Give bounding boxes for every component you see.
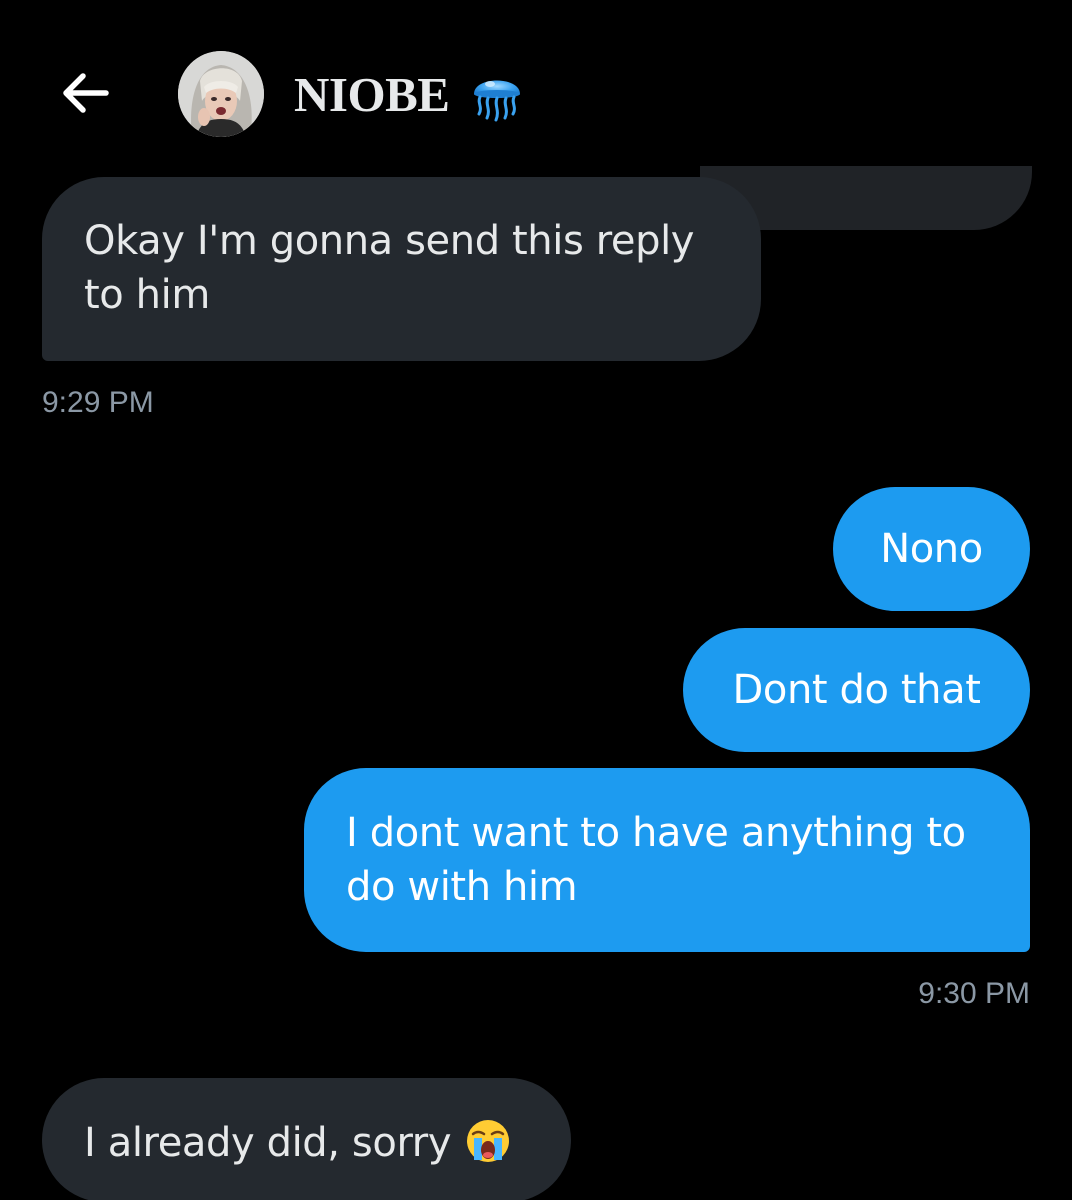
message-bubble-outgoing[interactable]: Nono (833, 487, 1030, 611)
jellyfish-icon (466, 64, 528, 126)
loudly-crying-face-icon (465, 1118, 511, 1164)
message-bubble-outgoing[interactable]: I dont want to have anything to do with … (304, 768, 1030, 952)
arrow-left-icon (63, 73, 109, 113)
message-timestamp: 9:29 PM (42, 386, 154, 419)
back-button[interactable] (58, 70, 112, 116)
message-bubble-incoming[interactable]: Okay I'm gonna send this reply to him (42, 177, 761, 361)
message-text: I already did, sorry (84, 1120, 452, 1166)
message-bubble-outgoing[interactable]: Dont do that (683, 628, 1030, 752)
message-bubble-incoming[interactable]: I already did, sorry (42, 1078, 571, 1200)
dm-conversation-screen: NIOBE Okay I'm gonna send this reply to … (0, 0, 1072, 1200)
contact-name[interactable]: NIOBE (294, 62, 450, 128)
profile-photo (178, 51, 264, 137)
conversation-header: NIOBE (0, 0, 1072, 166)
message-timestamp: 9:30 PM (918, 977, 1030, 1010)
avatar[interactable] (178, 51, 264, 137)
